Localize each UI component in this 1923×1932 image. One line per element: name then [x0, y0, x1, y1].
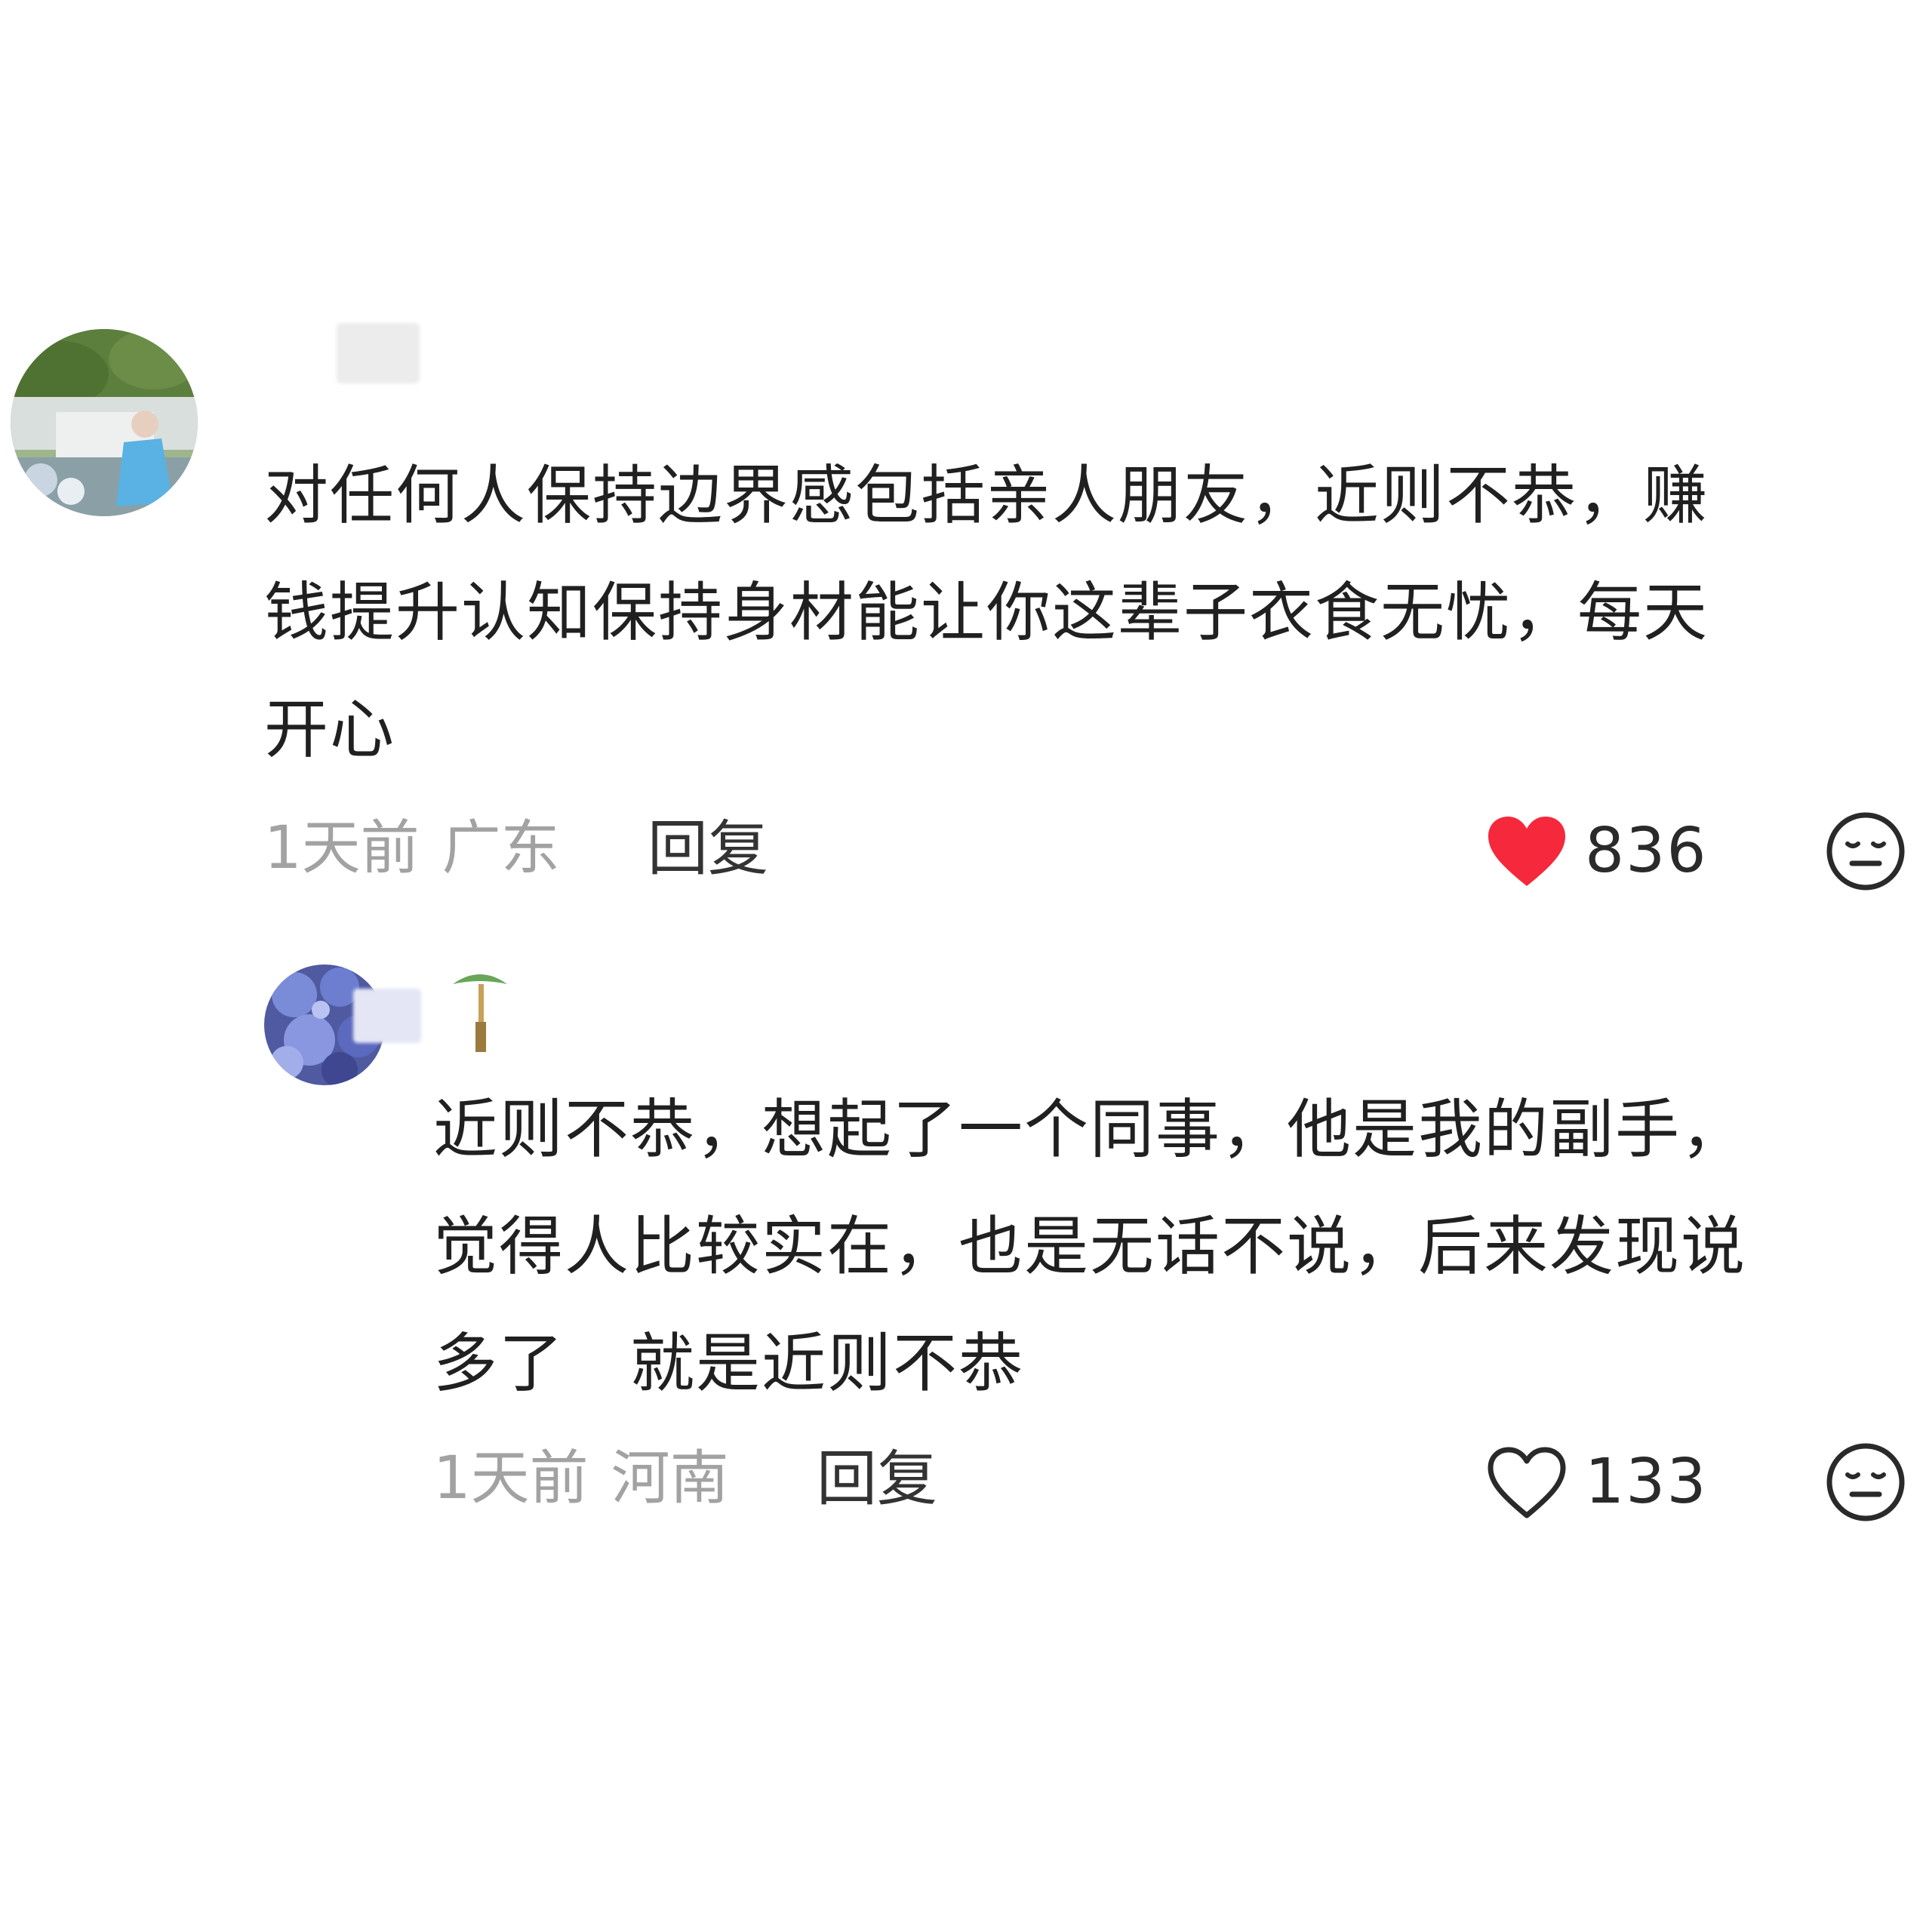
- like-button[interactable]: 836: [1485, 814, 1708, 889]
- avatar[interactable]: [11, 329, 198, 516]
- comment-text-line: 近则不恭，想起了一个同事，他是我的副手，: [433, 1093, 1747, 1168]
- comment-location: 河南: [611, 1444, 729, 1512]
- reply-button[interactable]: 回复: [648, 819, 768, 879]
- reply-button[interactable]: 回复: [817, 1449, 937, 1509]
- comment-text-line: 开心: [264, 693, 396, 768]
- comment-time: 1天前: [264, 814, 420, 882]
- emoji-reaction-button[interactable]: [1825, 1441, 1906, 1523]
- username-redacted[interactable]: [337, 323, 420, 383]
- comment-time: 1天前: [433, 1444, 589, 1512]
- comment-text-line: 钱提升认知保持身材能让你这辈子衣食无忧，每天: [264, 576, 1709, 651]
- umbrella-icon: [450, 969, 510, 1063]
- like-count: 836: [1585, 815, 1708, 887]
- comment-text: 近则不恭，想起了一个同事，他是我的副手， 觉得人比较实在，也是无话不说，后来发现…: [433, 1072, 1746, 1423]
- comment-text-line: 觉得人比较实在，也是无话不说，后来发现说: [433, 1210, 1747, 1284]
- like-count: 133: [1585, 1446, 1708, 1518]
- emoji-reaction-button[interactable]: [1825, 811, 1906, 892]
- emoji-face-icon: [1825, 811, 1906, 892]
- comment-text: 对任何人保持边界感包括亲人朋友，近则不恭，赚 钱提升认知保持身材能让你这辈子衣食…: [264, 438, 1709, 789]
- comment-meta: 1天前 河南: [433, 1449, 729, 1508]
- heart-icon: [1485, 814, 1568, 889]
- emoji-face-icon: [1825, 1441, 1906, 1523]
- comment-text-line: 多了 就是近则不恭: [433, 1327, 1025, 1401]
- like-button[interactable]: 133: [1485, 1444, 1708, 1520]
- username-redacted[interactable]: [353, 989, 421, 1043]
- heart-icon: [1485, 1444, 1568, 1520]
- comment-meta: 1天前 广东: [264, 819, 560, 878]
- comment-text-line: 对任何人保持边界感包括亲人朋友，近则不恭，赚: [264, 459, 1709, 534]
- comment-location: 广东: [442, 814, 560, 882]
